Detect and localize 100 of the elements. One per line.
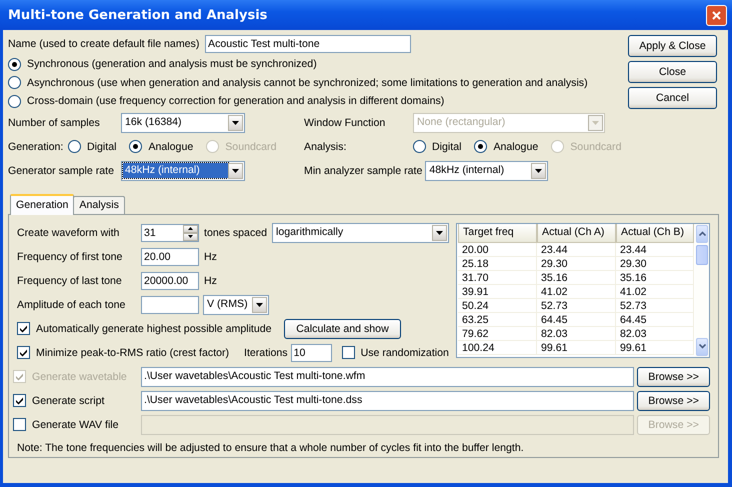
table-cell: 52.73 xyxy=(537,298,616,312)
window-title: Multi-tone Generation and Analysis xyxy=(8,8,268,22)
column-header[interactable]: Actual (Ch B) xyxy=(616,224,694,242)
table-cell: 41.02 xyxy=(616,284,694,298)
caret-icon xyxy=(592,120,599,124)
scroll-down-button[interactable] xyxy=(696,338,708,356)
radio-label: Analogue xyxy=(493,140,538,152)
input-field[interactable]: 20000.00 xyxy=(141,272,199,290)
close-button[interactable] xyxy=(706,4,727,26)
dropdown-button[interactable] xyxy=(228,162,243,178)
radio-label: Digital xyxy=(87,140,116,152)
button[interactable]: Close xyxy=(628,61,717,83)
field-label: Amplitude of each tone xyxy=(17,298,126,310)
field-label: Create waveform with xyxy=(17,226,120,238)
up-caret-icon xyxy=(188,227,193,230)
field-label: Analysis: xyxy=(304,140,348,152)
table-cell: 50.24 xyxy=(458,298,537,312)
checkbox-label: Generate script xyxy=(32,394,104,406)
table-cell: 52.73 xyxy=(616,298,694,312)
radio-button[interactable] xyxy=(474,140,488,153)
caret-icon xyxy=(232,168,239,172)
checkbox[interactable] xyxy=(17,322,30,335)
checkbox-label: Use randomization xyxy=(360,346,449,358)
dropdown[interactable]: logarithmically xyxy=(272,222,450,242)
radio-button[interactable] xyxy=(413,140,426,153)
checkbox-label: Generate WAV file xyxy=(32,418,119,430)
checkbox[interactable] xyxy=(13,418,26,431)
dropdown-button[interactable] xyxy=(252,296,267,312)
button[interactable]: Apply & Close xyxy=(628,35,717,57)
radio-button[interactable] xyxy=(129,140,142,153)
radio-label: Analogue xyxy=(148,140,194,152)
field-label: Hz xyxy=(204,250,217,262)
table-cell: 23.44 xyxy=(616,242,694,256)
input-field[interactable]: Acoustic Test multi-tone xyxy=(205,35,411,53)
table-cell: 64.45 xyxy=(616,312,694,326)
scroll-thumb[interactable] xyxy=(696,244,708,264)
note-text: Note: The tone frequencies will be adjusted to ensure that a whole number of cycles fit into the buffer length. xyxy=(17,442,525,454)
table-cell: 82.03 xyxy=(537,326,616,340)
column-header[interactable]: Actual (Ch A) xyxy=(537,224,616,242)
radio-label: Soundcard xyxy=(225,140,276,152)
radio-button[interactable] xyxy=(8,76,21,90)
field-label: Hz xyxy=(204,274,217,286)
caret-icon xyxy=(535,168,542,172)
spin-field[interactable]: 31 xyxy=(141,224,199,242)
table-cell: 29.30 xyxy=(537,256,616,270)
button[interactable]: Browse >> xyxy=(637,390,710,410)
dropdown[interactable]: 48kHz (internal) xyxy=(121,160,245,180)
down-caret-icon xyxy=(188,235,193,238)
dropdown-value: V (RMS) xyxy=(206,297,249,312)
table-cell: 99.61 xyxy=(616,340,694,354)
dropdown-value: 48kHz (internal) xyxy=(428,163,506,178)
radio-button[interactable] xyxy=(8,94,21,108)
caret-icon xyxy=(436,230,444,234)
table-cell: 20.00 xyxy=(458,242,537,256)
radio-label: Asynchronous (use when generation and analysis cannot be synchronized; some limitations to generation and analysis) xyxy=(27,76,588,89)
check-icon xyxy=(15,396,24,405)
radio-label: Synchronous (generation and analysis must be synchronized) xyxy=(27,58,317,70)
field-label: Name (used to create default file names) xyxy=(8,38,200,50)
checkbox-label: Generate wavetable xyxy=(32,370,127,382)
radio-button[interactable] xyxy=(68,140,81,153)
dropdown-button[interactable] xyxy=(228,114,243,130)
checkbox[interactable] xyxy=(342,346,355,359)
table-cell: 29.30 xyxy=(616,256,694,270)
column-header[interactable]: Target freq xyxy=(458,224,537,242)
button[interactable]: Cancel xyxy=(628,87,717,109)
dropdown-value: None (rectangular) xyxy=(416,115,506,130)
dropdown[interactable]: 48kHz (internal) xyxy=(425,160,548,180)
radio-label: Soundcard xyxy=(570,140,622,152)
dropdown-button[interactable] xyxy=(432,224,448,240)
table-cell: 41.02 xyxy=(537,284,616,298)
checkbox-label: Minimize peak-to-RMS ratio (crest factor) xyxy=(36,346,230,358)
field-label: Generator sample rate xyxy=(8,164,115,176)
dropdown-button[interactable] xyxy=(531,162,546,178)
dropdown[interactable]: 16k (16384) xyxy=(121,112,245,132)
table-cell: 100.24 xyxy=(458,340,537,354)
tab[interactable]: Generation xyxy=(10,194,74,214)
input-field[interactable]: 20.00 xyxy=(141,248,199,266)
dropdown-value: 16k (16384) xyxy=(124,115,183,130)
field-label: Frequency of first tone xyxy=(17,250,124,262)
table-cell: 82.03 xyxy=(616,326,694,340)
input-field[interactable]: 10 xyxy=(290,344,332,362)
checkbox[interactable] xyxy=(17,346,30,359)
button[interactable]: Calculate and show xyxy=(284,318,401,338)
table-cell: 39.91 xyxy=(458,284,537,298)
caret-icon xyxy=(232,120,239,124)
dropdown[interactable]: V (RMS) xyxy=(203,294,269,314)
radio-button[interactable] xyxy=(8,58,21,71)
checkbox[interactable] xyxy=(13,394,26,407)
spin-up-button[interactable] xyxy=(183,224,198,232)
input-field[interactable]: .\User wavetables\Acoustic Test multi-tone.dss xyxy=(141,390,634,410)
tab[interactable]: Analysis xyxy=(73,196,125,214)
radio-label: Digital xyxy=(432,140,462,152)
field-label: Min analyzer sample rate xyxy=(304,164,424,176)
dropdown-value: logarithmically xyxy=(275,225,344,240)
scrollbar[interactable] xyxy=(695,224,709,356)
input-value: 31 xyxy=(143,226,157,240)
input-field[interactable] xyxy=(141,296,199,314)
table-cell: 35.16 xyxy=(537,270,616,284)
field-label: Window Function xyxy=(304,116,386,128)
scroll-up-button[interactable] xyxy=(696,224,708,242)
